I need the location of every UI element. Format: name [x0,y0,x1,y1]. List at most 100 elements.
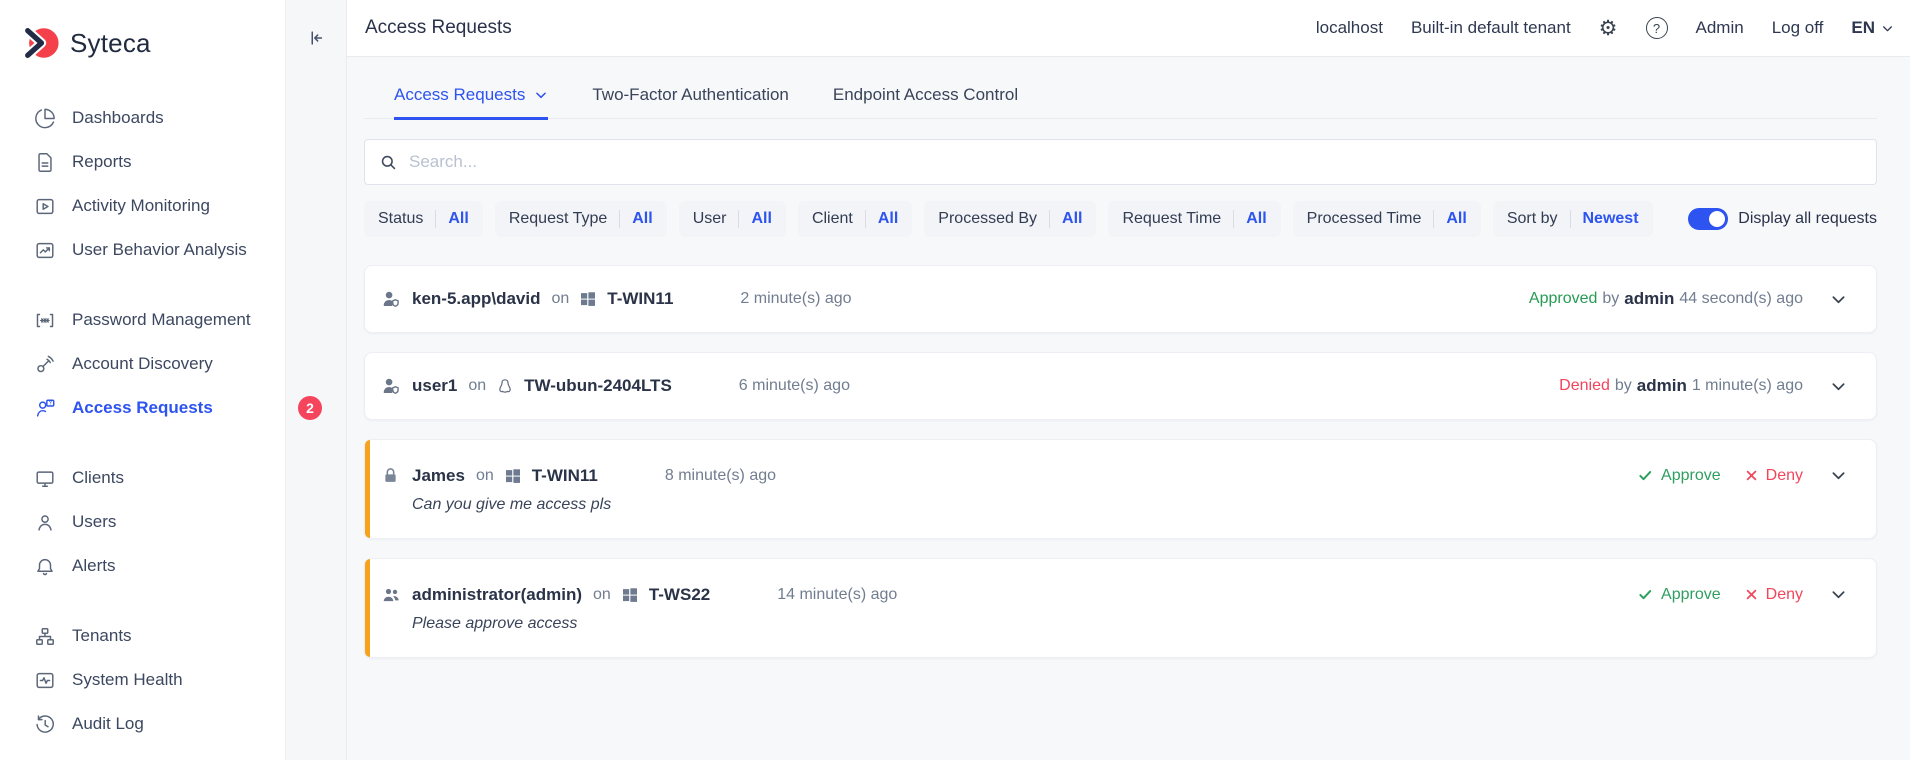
display-all-toggle[interactable]: Display all requests [1688,208,1877,230]
filter-value[interactable]: All [878,210,898,228]
filter-value[interactable]: Newest [1583,210,1639,228]
sidebar-collapse-icon[interactable] [304,26,328,50]
expand-request-button[interactable] [1827,375,1850,398]
sidebar-item-tenants[interactable]: Tenants [0,614,285,658]
sidebar-item-system-health[interactable]: System Health [0,658,285,702]
brand-name: Syteca [70,28,151,59]
toggle-label: Display all requests [1738,210,1877,228]
sidebar-item-access-requests[interactable]: ?Access Requests2 [0,386,285,430]
requester-name: ken-5.app\david [412,289,540,309]
sidebar-item-clients[interactable]: Clients [0,456,285,500]
filter-chip-status[interactable]: Status All [364,201,483,237]
request-row: JamesonT-WIN118 minute(s) agoApproveDeny [381,464,1850,487]
tabs: Access Requests Two-Factor Authentication… [364,57,1877,119]
gear-icon[interactable]: ⚙ [1599,18,1618,39]
chevron-down-icon [1829,466,1848,485]
request-row: administrator(admin)onT-WS2214 minute(s)… [381,583,1850,606]
tab-label: Two-Factor Authentication [592,85,789,105]
activity-monitoring-icon [34,195,57,218]
filter-label: Request Type [509,210,607,228]
help-icon[interactable]: ? [1646,17,1668,39]
sidebar-item-account-discovery[interactable]: Account Discovery [0,342,285,386]
deny-button[interactable]: Deny [1745,586,1803,604]
sidebar-item-label: Account Discovery [72,354,213,374]
chevron-down-icon [534,88,548,102]
expand-request-button[interactable] [1827,288,1850,311]
logoff-button[interactable]: Log off [1772,18,1824,38]
tab-endpoint-access-control[interactable]: Endpoint Access Control [833,85,1018,120]
filter-row: StatusAllRequest TypeAllUserAllClientAll… [364,201,1877,237]
filter-chip-user[interactable]: UserAll [679,201,786,237]
cross-icon [1745,469,1758,482]
check-icon [1638,468,1653,483]
sidebar-item-label: Activity Monitoring [72,196,210,216]
cross-icon [1745,588,1758,601]
filter-value[interactable]: All [1446,210,1466,228]
tab-two-factor-authentication[interactable]: Two-Factor Authentication [592,85,789,120]
content: Access Requests Two-Factor Authentication… [347,57,1910,658]
by-label: by [1602,290,1619,308]
filter-value[interactable]: All [632,210,652,228]
approve-button[interactable]: Approve [1638,467,1721,485]
on-label: on [551,290,569,308]
sidebar-item-dashboards[interactable]: Dashboards [0,96,285,140]
language-label: EN [1851,18,1875,38]
filter-chip-processed-time[interactable]: Processed TimeAll [1293,201,1481,237]
users-icon [34,511,57,534]
status-label: Denied [1559,377,1610,395]
sidebar-menu: DashboardsReports Activity Monitoring User… [0,96,285,746]
filter-label: Client [812,210,853,228]
client-name: TW-ubun-2404LTS [524,376,672,396]
filter-chip-request-type[interactable]: Request Type All [495,201,667,237]
sidebar-item-label: System Health [72,670,183,690]
lock-icon [381,466,401,486]
filter-value[interactable]: All [1246,210,1266,228]
filter-chips: StatusAllRequest TypeAllUserAllClientAll… [364,201,1653,237]
alerts-icon [34,555,57,578]
expand-request-button[interactable] [1827,583,1850,606]
client-name: T-WIN11 [607,289,673,309]
search-input[interactable] [409,152,1862,172]
filter-chip-sort-by[interactable]: Sort byNewest [1493,201,1653,237]
sidebar-item-password-management[interactable]: Password Management [0,298,285,342]
filter-divider [738,210,739,228]
request-row: ken-5.app\davidonT-WIN112 minute(s) agoA… [381,288,1850,311]
svg-text:?: ? [49,400,52,406]
sidebar-item-activity-monitoring[interactable]: Activity Monitoring [0,184,285,228]
filter-divider [1433,210,1434,228]
expand-request-button[interactable] [1827,464,1850,487]
sidebar-item-label: Password Management [72,310,251,330]
approve-button[interactable]: Approve [1638,586,1721,604]
filter-divider [435,210,436,228]
filter-value[interactable]: All [448,210,468,228]
host-label: localhost [1316,18,1383,38]
filter-chip-client[interactable]: Client All [798,201,912,237]
requester-name: administrator(admin) [412,585,582,605]
request-actions: Approve Deny [1638,583,1850,606]
on-label: on [476,467,494,485]
filter-chip-processed-by[interactable]: Processed ByAll [924,201,1096,237]
filter-value[interactable]: All [751,210,771,228]
filter-chip-request-time[interactable]: Request TimeAll [1108,201,1280,237]
filter-label: Status [378,210,423,228]
sidebar-item-alerts[interactable]: Alerts [0,544,285,588]
request-row: user1onTW-ubun-2404LTS6 minute(s) agoDen… [381,375,1850,398]
deny-button[interactable]: Deny [1745,467,1803,485]
dashboards-icon [34,107,57,130]
admin-menu[interactable]: Admin [1696,18,1744,38]
sidebar-item-label: Tenants [72,626,132,646]
tab-access-requests[interactable]: Access Requests [394,85,548,120]
language-selector[interactable]: EN [1851,18,1894,38]
sidebar-item-users[interactable]: Users [0,500,285,544]
filter-divider [865,210,866,228]
password-management-icon [34,309,57,332]
topbar-right: localhost Built-in default tenant ⚙ ? Ad… [1316,17,1894,39]
request-actions: Approvedbyadmin44 second(s) ago [1529,288,1850,311]
sidebar-item-audit-log[interactable]: Audit Log [0,702,285,746]
toggle-switch[interactable] [1688,208,1728,230]
access-requests-icon: ? [34,397,57,420]
sidebar-item-user-behavior[interactable]: User Behavior Analysis [0,228,285,272]
sidebar-item-reports[interactable]: Reports [0,140,285,184]
filter-value[interactable]: All [1062,210,1082,228]
requester-name: user1 [412,376,457,396]
